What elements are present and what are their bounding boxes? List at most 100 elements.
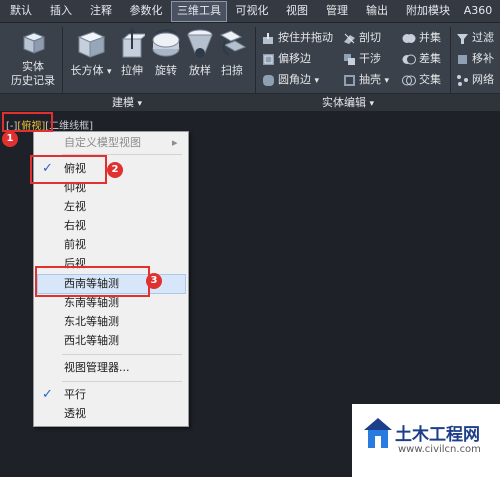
network-icon	[457, 74, 468, 86]
union-button[interactable]: 并集	[402, 29, 441, 47]
ribbon-panel-title-bar: 建模 ▾ 实体编辑 ▾	[0, 93, 500, 111]
tab-view[interactable]: 视图	[280, 2, 314, 20]
chevron-down-icon: ▾	[106, 67, 112, 77]
filter-icon	[457, 33, 468, 44]
menu-item-left[interactable]: 左视	[64, 197, 86, 216]
presspull-label: 按住并拖动	[278, 31, 333, 44]
presspull-button[interactable]: 按住并拖动	[262, 29, 333, 47]
tab-visualize[interactable]: 可视化	[230, 2, 274, 20]
tab-insert[interactable]: 插入	[44, 2, 78, 20]
menu-item-custom-model-view[interactable]: 自定义模型视图	[64, 133, 141, 152]
tab-addins[interactable]: 附加模块	[400, 2, 456, 20]
tab-3d-tools[interactable]: 三维工具	[171, 1, 227, 22]
network-label: 网络	[472, 73, 494, 86]
revolve-label: 旋转	[155, 64, 177, 77]
annotation-badge-1: 1	[2, 131, 18, 147]
tab-default[interactable]: 默认	[4, 2, 38, 20]
offset-edge-button[interactable]: 偏移边	[262, 50, 311, 68]
interfere-label: 干涉	[359, 52, 381, 65]
menu-separator	[62, 381, 182, 382]
sweep-icon	[219, 30, 247, 56]
submenu-arrow-icon: ▸	[172, 136, 178, 149]
shell-label: 抽壳	[359, 73, 381, 86]
box-label: 长方体	[70, 64, 104, 77]
solid-history-icon	[22, 32, 46, 54]
offset-edge-icon	[263, 53, 274, 65]
modeling-panel-title[interactable]: 建模 ▾	[112, 94, 142, 111]
solid-edit-panel-title[interactable]: 实体编辑 ▾	[322, 94, 374, 111]
tab-manage[interactable]: 管理	[320, 2, 354, 20]
civilcn-logo-icon	[364, 418, 392, 448]
annotation-box-sw-isometric	[35, 266, 150, 297]
tab-output[interactable]: 输出	[360, 2, 394, 20]
tab-a360[interactable]: A360	[460, 2, 496, 20]
menu-separator	[62, 354, 182, 355]
fillet-edge-label: 圆角边	[278, 73, 311, 86]
box-icon	[77, 31, 106, 58]
extrude-label: 拉伸	[121, 64, 143, 77]
interfere-button[interactable]: 干涉	[343, 50, 381, 68]
solid-history-label-2: 历史记录	[11, 74, 55, 87]
chevron-down-icon: ▾	[137, 99, 143, 109]
filter-button[interactable]: 过滤	[456, 29, 494, 47]
subtract-button[interactable]: 差集	[402, 50, 441, 68]
subtract-icon	[402, 54, 416, 64]
tab-parametric[interactable]: 参数化	[124, 2, 168, 20]
shell-icon	[344, 74, 355, 86]
filter-label: 过滤	[472, 31, 494, 44]
annotation-badge-2: 2	[107, 162, 123, 178]
slice-button[interactable]: 剖切	[343, 29, 381, 47]
annotation-box-top-view	[30, 155, 107, 184]
sweep-button[interactable]: 扫掠	[217, 27, 247, 78]
annotation-badge-3: 3	[146, 273, 162, 289]
union-label: 并集	[419, 31, 441, 44]
watermark-url: www.civilcn.com	[398, 444, 481, 455]
solid-edit-panel-label: 实体编辑	[322, 96, 366, 109]
move-label: 移补	[472, 52, 494, 65]
slice-icon	[344, 33, 355, 44]
shell-button[interactable]: 抽壳 ▾	[343, 71, 389, 89]
intersect-icon	[402, 75, 416, 85]
box-button[interactable]: 长方体 ▾	[70, 27, 112, 79]
revolve-button[interactable]: 旋转	[150, 27, 182, 78]
check-icon: ✓	[42, 387, 53, 402]
watermark: 土木工程网 www.civilcn.com	[352, 404, 500, 477]
menu-item-right[interactable]: 右视	[64, 216, 86, 235]
menu-item-front[interactable]: 前视	[64, 235, 86, 254]
extrude-button[interactable]: 拉伸	[118, 27, 146, 78]
solid-history-button[interactable]: 实体 历史记录	[8, 27, 58, 88]
offset-edge-label: 偏移边	[278, 52, 311, 65]
menu-item-nw-isometric[interactable]: 西北等轴测	[64, 331, 119, 350]
watermark-site-name: 土木工程网	[395, 425, 480, 445]
presspull-icon	[263, 32, 273, 44]
network-button[interactable]: 网络	[456, 71, 494, 89]
modeling-panel-label: 建模	[112, 96, 134, 109]
loft-button[interactable]: 放样	[185, 27, 215, 78]
chevron-down-icon: ▾	[369, 99, 375, 109]
annotation-box-view-control	[2, 112, 53, 132]
menu-item-parallel[interactable]: 平行	[64, 385, 86, 404]
tab-annotate[interactable]: 注释	[84, 2, 118, 20]
fillet-edge-button[interactable]: 圆角边 ▾	[262, 71, 319, 89]
solid-history-label-1: 实体	[22, 60, 44, 73]
menu-item-perspective[interactable]: 透视	[64, 404, 86, 423]
extrude-icon	[121, 28, 145, 58]
intersect-label: 交集	[419, 73, 441, 86]
interfere-icon	[344, 53, 355, 65]
fillet-edge-icon	[263, 74, 274, 86]
slice-label: 剖切	[359, 31, 381, 44]
menu-item-ne-isometric[interactable]: 东北等轴测	[64, 312, 119, 331]
menu-item-view-manager[interactable]: 视图管理器...	[64, 358, 130, 377]
intersect-button[interactable]: 交集	[402, 71, 441, 89]
loft-icon	[187, 29, 213, 58]
loft-label: 放样	[189, 64, 211, 77]
sweep-label: 扫掠	[221, 64, 243, 77]
move-button[interactable]: 移补	[456, 50, 494, 68]
move-icon	[458, 54, 467, 64]
chevron-down-icon: ▾	[314, 76, 320, 86]
chevron-down-icon: ▾	[384, 76, 390, 86]
revolve-icon	[152, 29, 180, 57]
ribbon-tab-bar: 默认 插入 注释 参数化 三维工具 可视化 视图 管理 输出 附加模块 A360	[0, 0, 500, 23]
union-icon	[402, 33, 416, 43]
subtract-label: 差集	[419, 52, 441, 65]
